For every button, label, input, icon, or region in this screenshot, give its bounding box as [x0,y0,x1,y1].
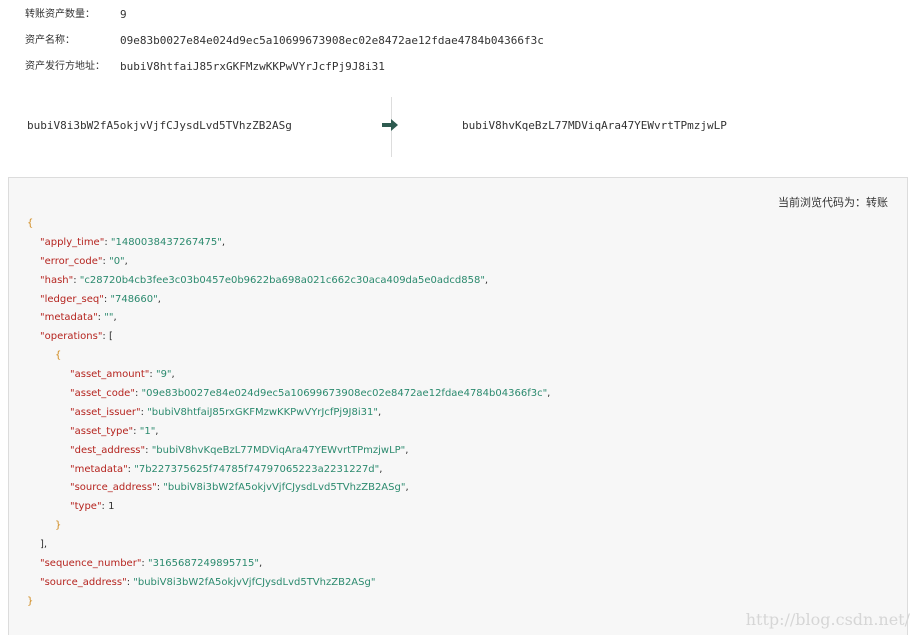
asset-amount-row: 转账资产数量： 9 [25,8,127,22]
asset-issuer-label: 资产发行方地址： [25,61,105,72]
json-value: "748660" [110,293,158,305]
code-line: "type": 1 [70,501,115,513]
code-line: } [27,593,550,612]
json-brace: { [55,350,62,362]
right-arrow-icon [382,119,398,131]
json-key: "sequence_number" [40,558,142,570]
code-line: "metadata": "", [40,312,117,324]
json-key: "error_code" [40,255,103,267]
json-value: "0" [109,255,125,267]
code-line: "ledger_seq": "748660", [40,293,161,305]
json-key: "asset_code" [70,388,135,400]
json-key: "metadata" [40,312,98,324]
json-value: 1 [108,501,115,513]
json-value: "1480038437267475" [110,236,222,248]
code-line: "apply_time": "1480038437267475", [40,236,226,248]
asset-amount-value: 9 [120,8,127,21]
code-line: "source_address": "bubiV8i3bW2fA5okjvVjf… [70,482,409,494]
json-key: "hash" [40,274,74,286]
code-line: } [27,517,550,536]
code-line: "asset_type": "1", [70,425,159,437]
code-line: "source_address": "bubiV8i3bW2fA5okjvVjf… [40,576,376,588]
json-value: "c28720b4cb3fee3c03b0457e0b9622ba698a021… [79,274,485,286]
code-mode-text: 当前浏览代码为：转账 [778,196,888,209]
transfer-direction: bubiV8i3bW2fA5okjvVjfCJysdLvd5TVhzZB2ASg… [0,97,920,159]
code-line: { [27,215,550,234]
json-value: "9" [155,369,172,381]
json-key: "asset_type" [70,425,134,437]
code-line: "sequence_number": "3165687249895715", [40,558,263,570]
destination-address: bubiV8hvKqeBzL77MDViqAra47YEWvrtTPmzjwLP [462,119,727,132]
json-key: "source_address" [70,482,157,494]
watermark: http://blog.csdn.net/ [745,610,910,629]
json-key: "operations" [40,331,103,343]
asset-name-value: 09e83b0027e84e024d9ec5a10699673908ec02e8… [120,34,544,47]
code-line: "asset_code": "09e83b0027e84e024d9ec5a10… [70,388,551,400]
json-code: { "apply_time": "1480038437267475", "err… [27,215,550,612]
json-key: "source_address" [40,576,127,588]
json-value: "7b227375625f74785f74797065223a2231227d" [134,463,380,475]
json-value: "3165687249895715" [147,558,259,570]
json-value: "bubiV8i3bW2fA5okjvVjfCJysdLvd5TVhzZB2AS… [133,576,376,588]
json-key: "apply_time" [40,236,105,248]
asset-name-label: 资产名称： [25,35,75,46]
json-value: "bubiV8htfaiJ85rxGKFMzwKKPwVYrJcfPj9J8i3… [147,406,378,418]
json-value: "bubiV8hvKqeBzL77MDViqAra47YEWvrtTPmzjwL… [151,444,406,456]
code-line: "metadata": "7b227375625f74785f747970652… [70,463,383,475]
asset-issuer-value: bubiV8htfaiJ85rxGKFMzwKKPwVYrJcfPj9J8i31 [120,60,385,73]
json-value: "09e83b0027e84e024d9ec5a10699673908ec02e… [141,388,548,400]
json-brace: } [27,595,34,607]
json-bracket: [ [108,331,113,343]
json-brace: { [27,218,34,229]
asset-name-row: 资产名称： 09e83b0027e84e024d9ec5a10699673908… [25,34,544,48]
json-key: "metadata" [70,463,128,475]
code-line: "asset_issuer": "bubiV8htfaiJ85rxGKFMzwK… [70,406,382,418]
json-value: "1" [139,425,156,437]
code-line: ], [27,536,550,555]
code-line: "operations": [ [40,331,113,343]
code-line: "error_code": "0", [40,255,128,267]
json-key: "dest_address" [70,444,146,456]
json-key: "asset_amount" [70,369,150,381]
asset-amount-label: 转账资产数量： [25,9,95,20]
json-value: "bubiV8i3bW2fA5okjvVjfCJysdLvd5TVhzZB2AS… [163,482,406,494]
code-line: { [27,347,550,366]
json-key: "type" [70,501,102,513]
code-line: "hash": "c28720b4cb3fee3c03b0457e0b9622b… [40,274,489,286]
code-line: "dest_address": "bubiV8hvKqeBzL77MDViqAr… [70,444,409,456]
asset-issuer-row: 资产发行方地址： bubiV8htfaiJ85rxGKFMzwKKPwVYrJc… [25,60,385,74]
source-address: bubiV8i3bW2fA5okjvVjfCJysdLvd5TVhzZB2ASg [27,119,292,132]
json-key: "asset_issuer" [70,406,141,418]
json-brace: } [55,520,62,532]
json-key: "ledger_seq" [40,293,104,305]
code-line: "asset_amount": "9", [70,369,175,381]
json-bracket: ], [40,539,48,551]
code-panel: 当前浏览代码为：转账 { "apply_time": "148003843726… [8,177,908,635]
